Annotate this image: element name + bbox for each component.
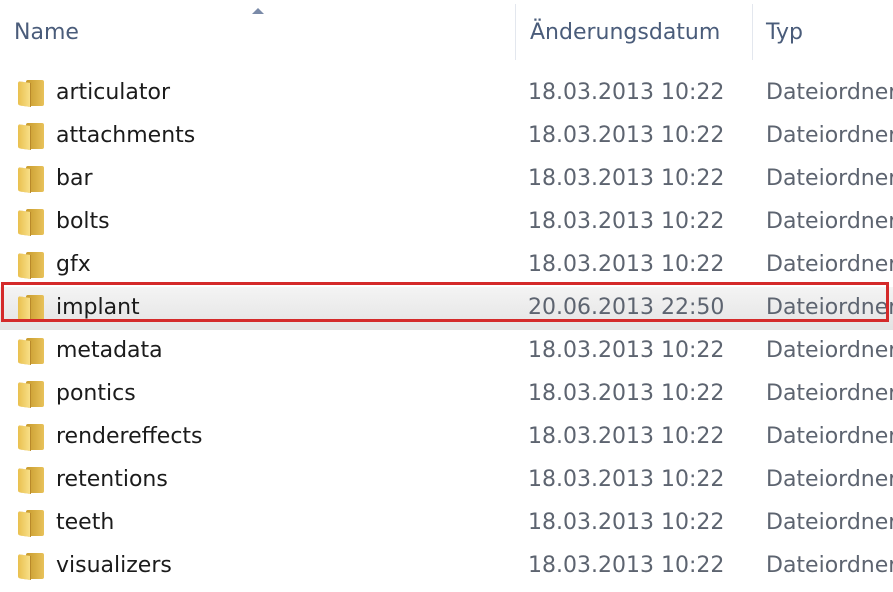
file-type: Dateiordner (766, 80, 893, 105)
file-list-item[interactable]: gfx 18.03.2013 10:22 Dateiordner (0, 244, 893, 287)
file-modified-date: 18.03.2013 10:22 (528, 209, 725, 234)
file-name: teeth (56, 510, 115, 535)
file-modified-date: 20.06.2013 22:50 (528, 295, 725, 320)
file-type: Dateiordner (766, 553, 893, 578)
file-modified-date: 18.03.2013 10:22 (528, 510, 725, 535)
column-resize-handle[interactable] (752, 4, 753, 60)
folder-icon (18, 381, 46, 408)
column-header-type[interactable]: Typ (766, 18, 803, 48)
file-list-item[interactable]: attachments 18.03.2013 10:22 Dateiordner (0, 115, 893, 158)
file-list-item[interactable]: teeth 18.03.2013 10:22 Dateiordner (0, 502, 893, 545)
file-name: retentions (56, 467, 168, 492)
file-name: visualizers (56, 553, 172, 578)
file-name: attachments (56, 123, 196, 148)
file-name: metadata (56, 338, 163, 363)
file-type: Dateiordner (766, 166, 893, 191)
file-modified-date: 18.03.2013 10:22 (528, 252, 725, 277)
file-type: Dateiordner (766, 123, 893, 148)
file-list-item[interactable]: implant 20.06.2013 22:50 Dateiordner (0, 287, 893, 330)
file-type: Dateiordner (766, 209, 893, 234)
file-list-item[interactable]: bar 18.03.2013 10:22 Dateiordner (0, 158, 893, 201)
column-header-bar: Name Änderungsdatum Typ (0, 0, 893, 62)
file-list-item[interactable]: rendereffects 18.03.2013 10:22 Dateiordner (0, 416, 893, 459)
folder-icon (18, 295, 46, 322)
file-name: gfx (56, 252, 91, 277)
file-modified-date: 18.03.2013 10:22 (528, 166, 725, 191)
file-name: rendereffects (56, 424, 203, 449)
file-name: implant (56, 295, 140, 320)
file-name: bolts (56, 209, 110, 234)
file-modified-date: 18.03.2013 10:22 (528, 467, 725, 492)
file-list-item[interactable]: retentions 18.03.2013 10:22 Dateiordner (0, 459, 893, 502)
file-list: articulator 18.03.2013 10:22 Dateiordner at… (0, 72, 893, 588)
file-modified-date: 18.03.2013 10:22 (528, 381, 725, 406)
column-header-date[interactable]: Änderungsdatum (530, 18, 720, 48)
file-type: Dateiordner (766, 295, 893, 320)
file-modified-date: 18.03.2013 10:22 (528, 553, 725, 578)
file-type: Dateiordner (766, 338, 893, 363)
folder-icon (18, 166, 46, 193)
folder-icon (18, 80, 46, 107)
file-modified-date: 18.03.2013 10:22 (528, 424, 725, 449)
file-list-item[interactable]: visualizers 18.03.2013 10:22 Dateiordner (0, 545, 893, 588)
file-name: articulator (56, 80, 171, 105)
file-type: Dateiordner (766, 467, 893, 492)
file-name: bar (56, 166, 93, 191)
folder-icon (18, 123, 46, 150)
file-list-item[interactable]: bolts 18.03.2013 10:22 Dateiordner (0, 201, 893, 244)
file-name: pontics (56, 381, 136, 406)
folder-icon (18, 252, 46, 279)
file-list-item[interactable]: pontics 18.03.2013 10:22 Dateiordner (0, 373, 893, 416)
file-modified-date: 18.03.2013 10:22 (528, 80, 725, 105)
folder-icon (18, 424, 46, 451)
file-modified-date: 18.03.2013 10:22 (528, 338, 725, 363)
file-type: Dateiordner (766, 381, 893, 406)
sort-ascending-icon (252, 8, 264, 14)
folder-icon (18, 209, 46, 236)
file-list-item[interactable]: articulator 18.03.2013 10:22 Dateiordner (0, 72, 893, 115)
column-header-name[interactable]: Name (14, 18, 79, 48)
column-resize-handle[interactable] (515, 4, 516, 60)
file-type: Dateiordner (766, 424, 893, 449)
file-list-item[interactable]: metadata 18.03.2013 10:22 Dateiordner (0, 330, 893, 373)
file-modified-date: 18.03.2013 10:22 (528, 123, 725, 148)
folder-icon (18, 338, 46, 365)
file-type: Dateiordner (766, 510, 893, 535)
file-type: Dateiordner (766, 252, 893, 277)
folder-icon (18, 553, 46, 580)
folder-icon (18, 467, 46, 494)
folder-icon (18, 510, 46, 537)
